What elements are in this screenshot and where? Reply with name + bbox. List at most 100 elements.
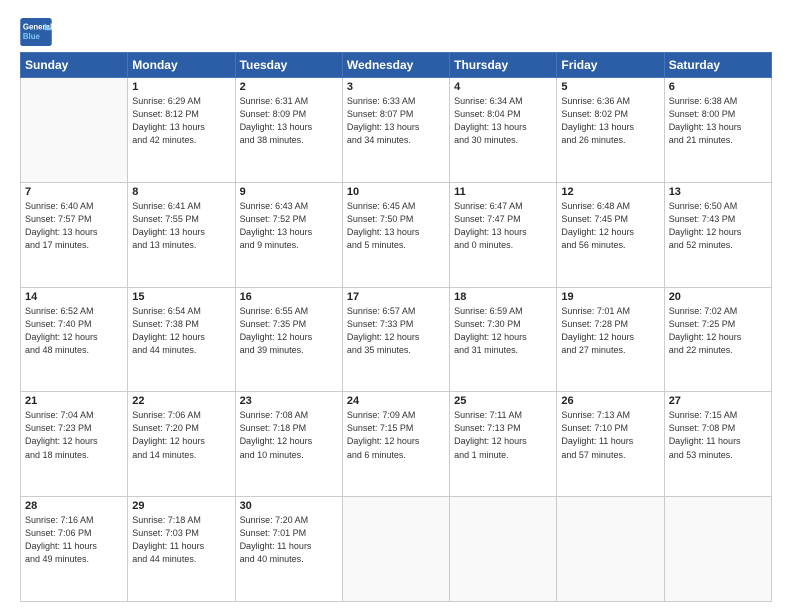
calendar-cell: 27Sunrise: 7:15 AMSunset: 7:08 PMDayligh… xyxy=(664,392,771,497)
week-row: 28 Sunrise: 7:16 AMSunset: 7:06 PMDayligh… xyxy=(21,497,772,602)
calendar-cell: 29Sunrise: 7:18 AMSunset: 7:03 PMDayligh… xyxy=(128,497,235,602)
calendar-cell: 24Sunrise: 7:09 AMSunset: 7:15 PMDayligh… xyxy=(342,392,449,497)
calendar-cell: 22 Sunrise: 7:06 AMSunset: 7:20 PMDayligh… xyxy=(128,392,235,497)
calendar-cell: 9 Sunrise: 6:43 AMSunset: 7:52 PMDaylight… xyxy=(235,182,342,287)
calendar-cell: 16 Sunrise: 6:55 AMSunset: 7:35 PMDayligh… xyxy=(235,287,342,392)
day-number: 10 xyxy=(347,186,445,198)
calendar-cell: 3 Sunrise: 6:33 AMSunset: 8:07 PMDaylight… xyxy=(342,78,449,183)
weekday-header: Tuesday xyxy=(235,53,342,78)
week-row: 21 Sunrise: 7:04 AMSunset: 7:23 PMDayligh… xyxy=(21,392,772,497)
calendar-cell: 11 Sunrise: 6:47 AMSunset: 7:47 PMDayligh… xyxy=(450,182,557,287)
calendar-cell: 17 Sunrise: 6:57 AMSunset: 7:33 PMDayligh… xyxy=(342,287,449,392)
calendar-cell: 6 Sunrise: 6:38 AMSunset: 8:00 PMDaylight… xyxy=(664,78,771,183)
weekday-header: Wednesday xyxy=(342,53,449,78)
calendar-cell: 7 Sunrise: 6:40 AMSunset: 7:57 PMDaylight… xyxy=(21,182,128,287)
header: General Blue xyxy=(20,18,772,46)
day-number: 11 xyxy=(454,186,552,198)
day-info: Sunrise: 7:16 AMSunset: 7:06 PMDaylight:… xyxy=(25,514,123,566)
day-info: Sunrise: 6:50 AMSunset: 7:43 PMDaylight:… xyxy=(669,200,767,252)
calendar-cell: 23 Sunrise: 7:08 AMSunset: 7:18 PMDayligh… xyxy=(235,392,342,497)
calendar-cell xyxy=(342,497,449,602)
day-info: Sunrise: 6:47 AMSunset: 7:47 PMDaylight:… xyxy=(454,200,552,252)
day-info: Sunrise: 7:20 AMSunset: 7:01 PMDaylight:… xyxy=(240,514,338,566)
day-info: Sunrise: 6:29 AMSunset: 8:12 PMDaylight:… xyxy=(132,95,230,147)
day-info: Sunrise: 6:45 AMSunset: 7:50 PMDaylight:… xyxy=(347,200,445,252)
day-info: Sunrise: 7:11 AMSunset: 7:13 PMDaylight:… xyxy=(454,409,552,461)
day-number: 24 xyxy=(347,395,445,407)
day-number: 26 xyxy=(561,395,659,407)
calendar-cell: 18 Sunrise: 6:59 AMSunset: 7:30 PMDayligh… xyxy=(450,287,557,392)
day-number: 12 xyxy=(561,186,659,198)
day-info: Sunrise: 6:33 AMSunset: 8:07 PMDaylight:… xyxy=(347,95,445,147)
weekday-header: Thursday xyxy=(450,53,557,78)
day-number: 2 xyxy=(240,81,338,93)
day-info: Sunrise: 6:43 AMSunset: 7:52 PMDaylight:… xyxy=(240,200,338,252)
day-number: 23 xyxy=(240,395,338,407)
logo-icon: General Blue xyxy=(20,18,52,46)
day-number: 15 xyxy=(132,291,230,303)
calendar-cell: 21 Sunrise: 7:04 AMSunset: 7:23 PMDayligh… xyxy=(21,392,128,497)
calendar-cell: 20Sunrise: 7:02 AMSunset: 7:25 PMDayligh… xyxy=(664,287,771,392)
week-row: 14Sunrise: 6:52 AMSunset: 7:40 PMDayligh… xyxy=(21,287,772,392)
day-number: 28 xyxy=(25,500,123,512)
week-row: 7 Sunrise: 6:40 AMSunset: 7:57 PMDaylight… xyxy=(21,182,772,287)
day-number: 5 xyxy=(561,81,659,93)
day-info: Sunrise: 7:04 AMSunset: 7:23 PMDaylight:… xyxy=(25,409,123,461)
day-info: Sunrise: 7:06 AMSunset: 7:20 PMDaylight:… xyxy=(132,409,230,461)
day-number: 1 xyxy=(132,81,230,93)
day-number: 4 xyxy=(454,81,552,93)
calendar-cell: 4 Sunrise: 6:34 AMSunset: 8:04 PMDaylight… xyxy=(450,78,557,183)
day-number: 19 xyxy=(561,291,659,303)
calendar-cell: 13Sunrise: 6:50 AMSunset: 7:43 PMDayligh… xyxy=(664,182,771,287)
day-number: 21 xyxy=(25,395,123,407)
week-row: 1 Sunrise: 6:29 AMSunset: 8:12 PMDaylight… xyxy=(21,78,772,183)
day-info: Sunrise: 7:13 AMSunset: 7:10 PMDaylight:… xyxy=(561,409,659,461)
calendar-cell: 10 Sunrise: 6:45 AMSunset: 7:50 PMDayligh… xyxy=(342,182,449,287)
page: General Blue SundayMondayTuesdayWednesda… xyxy=(0,0,792,612)
day-info: Sunrise: 7:08 AMSunset: 7:18 PMDaylight:… xyxy=(240,409,338,461)
calendar-cell: 28 Sunrise: 7:16 AMSunset: 7:06 PMDayligh… xyxy=(21,497,128,602)
calendar-cell: 30 Sunrise: 7:20 AMSunset: 7:01 PMDayligh… xyxy=(235,497,342,602)
calendar-cell: 19Sunrise: 7:01 AMSunset: 7:28 PMDayligh… xyxy=(557,287,664,392)
day-info: Sunrise: 6:40 AMSunset: 7:57 PMDaylight:… xyxy=(25,200,123,252)
weekday-header: Monday xyxy=(128,53,235,78)
day-number: 30 xyxy=(240,500,338,512)
day-info: Sunrise: 6:57 AMSunset: 7:33 PMDaylight:… xyxy=(347,305,445,357)
calendar-cell: 26 Sunrise: 7:13 AMSunset: 7:10 PMDayligh… xyxy=(557,392,664,497)
day-number: 18 xyxy=(454,291,552,303)
day-info: Sunrise: 6:34 AMSunset: 8:04 PMDaylight:… xyxy=(454,95,552,147)
day-number: 29 xyxy=(132,500,230,512)
day-number: 16 xyxy=(240,291,338,303)
day-info: Sunrise: 7:02 AMSunset: 7:25 PMDaylight:… xyxy=(669,305,767,357)
calendar-cell xyxy=(664,497,771,602)
calendar-cell: 1 Sunrise: 6:29 AMSunset: 8:12 PMDaylight… xyxy=(128,78,235,183)
logo: General Blue xyxy=(20,18,52,46)
weekday-header: Friday xyxy=(557,53,664,78)
calendar-cell: 2 Sunrise: 6:31 AMSunset: 8:09 PMDaylight… xyxy=(235,78,342,183)
calendar-cell: 12 Sunrise: 6:48 AMSunset: 7:45 PMDayligh… xyxy=(557,182,664,287)
calendar-cell xyxy=(557,497,664,602)
calendar-cell: 14Sunrise: 6:52 AMSunset: 7:40 PMDayligh… xyxy=(21,287,128,392)
day-info: Sunrise: 6:38 AMSunset: 8:00 PMDaylight:… xyxy=(669,95,767,147)
weekday-header-row: SundayMondayTuesdayWednesdayThursdayFrid… xyxy=(21,53,772,78)
calendar: SundayMondayTuesdayWednesdayThursdayFrid… xyxy=(20,52,772,602)
calendar-cell: 15Sunrise: 6:54 AMSunset: 7:38 PMDayligh… xyxy=(128,287,235,392)
day-number: 22 xyxy=(132,395,230,407)
calendar-cell: 5 Sunrise: 6:36 AMSunset: 8:02 PMDaylight… xyxy=(557,78,664,183)
day-info: Sunrise: 7:15 AMSunset: 7:08 PMDaylight:… xyxy=(669,409,767,461)
svg-text:Blue: Blue xyxy=(23,32,41,41)
day-number: 3 xyxy=(347,81,445,93)
day-info: Sunrise: 6:31 AMSunset: 8:09 PMDaylight:… xyxy=(240,95,338,147)
day-info: Sunrise: 6:55 AMSunset: 7:35 PMDaylight:… xyxy=(240,305,338,357)
day-number: 17 xyxy=(347,291,445,303)
day-number: 9 xyxy=(240,186,338,198)
day-info: Sunrise: 6:36 AMSunset: 8:02 PMDaylight:… xyxy=(561,95,659,147)
day-info: Sunrise: 6:48 AMSunset: 7:45 PMDaylight:… xyxy=(561,200,659,252)
calendar-cell xyxy=(450,497,557,602)
calendar-cell: 25Sunrise: 7:11 AMSunset: 7:13 PMDayligh… xyxy=(450,392,557,497)
weekday-header: Saturday xyxy=(664,53,771,78)
day-info: Sunrise: 6:59 AMSunset: 7:30 PMDaylight:… xyxy=(454,305,552,357)
calendar-cell: 8Sunrise: 6:41 AMSunset: 7:55 PMDaylight… xyxy=(128,182,235,287)
day-number: 6 xyxy=(669,81,767,93)
day-number: 7 xyxy=(25,186,123,198)
